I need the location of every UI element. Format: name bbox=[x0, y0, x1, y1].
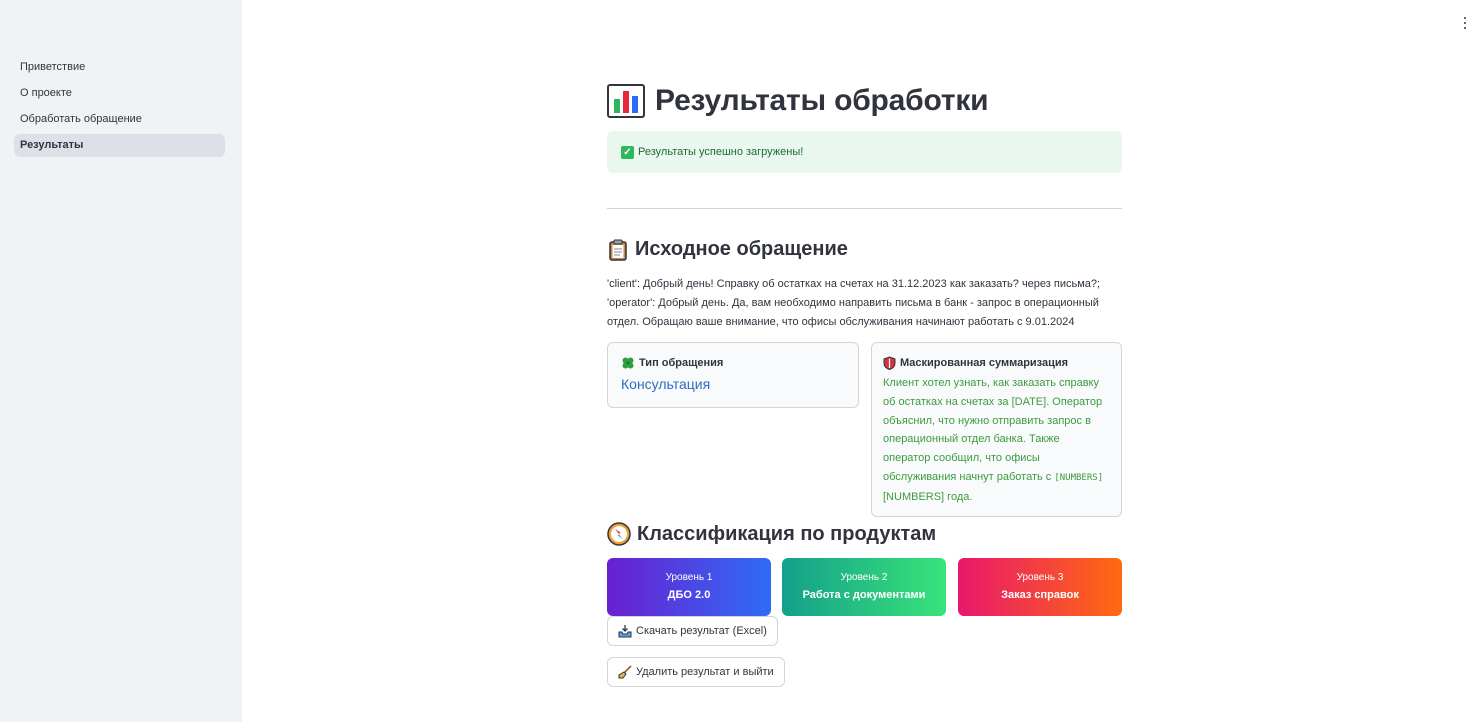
alert-text: Результаты успешно загружены! bbox=[638, 146, 804, 158]
sidebar-item-greeting[interactable]: Приветствие bbox=[14, 56, 225, 79]
summary-card-label-text: Маскированная суммаризация bbox=[900, 357, 1069, 369]
sidebar-nav: Приветствие О проекте Обработать обращен… bbox=[14, 56, 225, 160]
product-levels: Уровень 1 ДБО 2.0 Уровень 2 Работа с док… bbox=[607, 558, 1122, 616]
classification-heading: Классификация по продуктам bbox=[607, 522, 936, 546]
bar-chart-icon bbox=[607, 84, 645, 118]
main-menu-icon[interactable] bbox=[1462, 15, 1468, 31]
summary-card-label: Маскированная суммаризация bbox=[883, 356, 1121, 370]
summary-line: [NUMBERS] года. bbox=[883, 490, 973, 503]
level-name: Уровень 3 bbox=[1016, 572, 1064, 583]
source-line: 'operator': Добрый день. Да, вам необход… bbox=[607, 297, 1099, 309]
numbers-tag: [NUMBERS] bbox=[1054, 472, 1104, 483]
level-value: ДБО 2.0 bbox=[667, 589, 711, 601]
type-card-label-text: Тип обращения bbox=[639, 357, 724, 369]
summary-line: операционный отдел банка. Также bbox=[883, 433, 1060, 446]
clover-icon bbox=[622, 357, 634, 369]
level-value: Работа с документами bbox=[802, 589, 926, 601]
download-button-label: Скачать результат (Excel) bbox=[636, 625, 767, 637]
download-excel-button[interactable]: Скачать результат (Excel) bbox=[607, 616, 778, 646]
summary-fragment: обслуживания начнут работать с bbox=[883, 470, 1055, 483]
check-mark-icon: ✓ bbox=[621, 145, 634, 159]
main-content: Результаты обработки ✓ Результаты успешн… bbox=[607, 78, 1122, 687]
masked-summary-text: Клиент хотел узнать, как заказать справк… bbox=[883, 374, 1121, 507]
level-2-card: Уровень 2 Работа с документами bbox=[782, 558, 946, 616]
level-name: Уровень 2 bbox=[840, 572, 888, 583]
inbox-tray-icon bbox=[618, 625, 632, 638]
source-heading-text: Исходное обращение bbox=[635, 238, 848, 260]
delete-and-exit-button[interactable]: Удалить результат и выйти bbox=[607, 657, 785, 687]
sidebar-item-results[interactable]: Результаты bbox=[14, 134, 225, 157]
success-alert: ✓ Результаты успешно загружены! bbox=[607, 131, 1122, 173]
source-text: 'client': Добрый день! Справку об остатк… bbox=[607, 275, 1122, 332]
summary-line: Клиент хотел узнать, как заказать справк… bbox=[883, 377, 1099, 389]
summary-line: оператор сообщил, что офисы bbox=[883, 452, 1040, 465]
sidebar-item-about[interactable]: О проекте bbox=[14, 82, 225, 105]
summary-line: обслуживания начнут работать с [NUMBERS] bbox=[883, 468, 1121, 488]
delete-button-label: Удалить результат и выйти bbox=[636, 666, 774, 678]
sidebar: Приветствие О проекте Обработать обращен… bbox=[0, 0, 242, 722]
type-card-label: Тип обращения bbox=[621, 356, 858, 370]
level-3-card: Уровень 3 Заказ справок bbox=[958, 558, 1122, 616]
request-type-value: Консультация bbox=[621, 376, 711, 392]
type-card: Тип обращения Консультация bbox=[607, 342, 859, 408]
compass-icon bbox=[607, 522, 631, 546]
divider bbox=[607, 208, 1122, 209]
summary-line: объяснил, что нужно отправить запрос в bbox=[883, 414, 1091, 427]
sidebar-item-process[interactable]: Обработать обращение bbox=[14, 108, 225, 131]
shield-icon bbox=[883, 356, 896, 370]
source-line: отдел. Обращаю ваше внимание, что офисы … bbox=[607, 316, 1075, 328]
page-title: Результаты обработки bbox=[655, 84, 989, 117]
level-value: Заказ справок bbox=[1001, 589, 1079, 601]
page-header: Результаты обработки bbox=[607, 78, 1122, 124]
summary-card: Маскированная суммаризация Клиент хотел … bbox=[871, 342, 1122, 517]
level-name: Уровень 1 bbox=[665, 572, 713, 583]
source-heading: Исходное обращение bbox=[607, 238, 848, 261]
classification-heading-text: Классификация по продуктам bbox=[637, 522, 937, 545]
broom-icon bbox=[618, 665, 632, 679]
summary-line: об остатках на счетах за [DATE]. Операто… bbox=[883, 395, 1103, 408]
clipboard-icon bbox=[609, 239, 627, 261]
source-line: 'client': Добрый день! Справку об остатк… bbox=[607, 278, 1101, 290]
level-1-card: Уровень 1 ДБО 2.0 bbox=[607, 558, 771, 616]
